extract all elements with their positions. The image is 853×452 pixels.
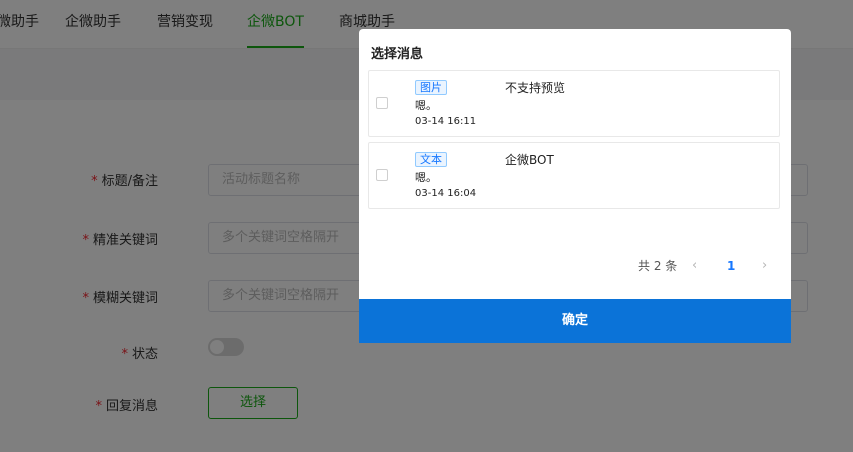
message-type-tag: 图片 <box>415 80 447 95</box>
confirm-button[interactable]: 确定 <box>359 299 791 343</box>
message-checkbox[interactable] <box>376 169 388 181</box>
chevron-left-icon[interactable]: ‹ <box>692 258 697 274</box>
pagination-page-1[interactable]: 1 <box>727 258 735 274</box>
message-item[interactable]: 图片 嗯。 03-14 16:11 不支持预览 <box>368 70 780 137</box>
pagination-total: 共 2 条 <box>638 259 678 273</box>
message-time: 03-14 16:04 <box>415 188 477 199</box>
message-time: 03-14 16:11 <box>415 116 477 127</box>
select-message-modal: 选择消息 图片 嗯。 03-14 16:11 不支持预览 文本 嗯。 03-14… <box>359 29 791 343</box>
message-preview: 企微BOT <box>505 153 554 167</box>
message-checkbox[interactable] <box>376 97 388 109</box>
message-item[interactable]: 文本 嗯。 03-14 16:04 企微BOT <box>368 142 780 209</box>
message-preview: 不支持预览 <box>505 81 566 95</box>
chevron-right-icon[interactable]: › <box>762 258 767 274</box>
modal-title: 选择消息 <box>371 47 424 62</box>
message-text: 嗯。 <box>415 99 437 112</box>
message-type-tag: 文本 <box>415 152 447 167</box>
message-text: 嗯。 <box>415 171 437 184</box>
